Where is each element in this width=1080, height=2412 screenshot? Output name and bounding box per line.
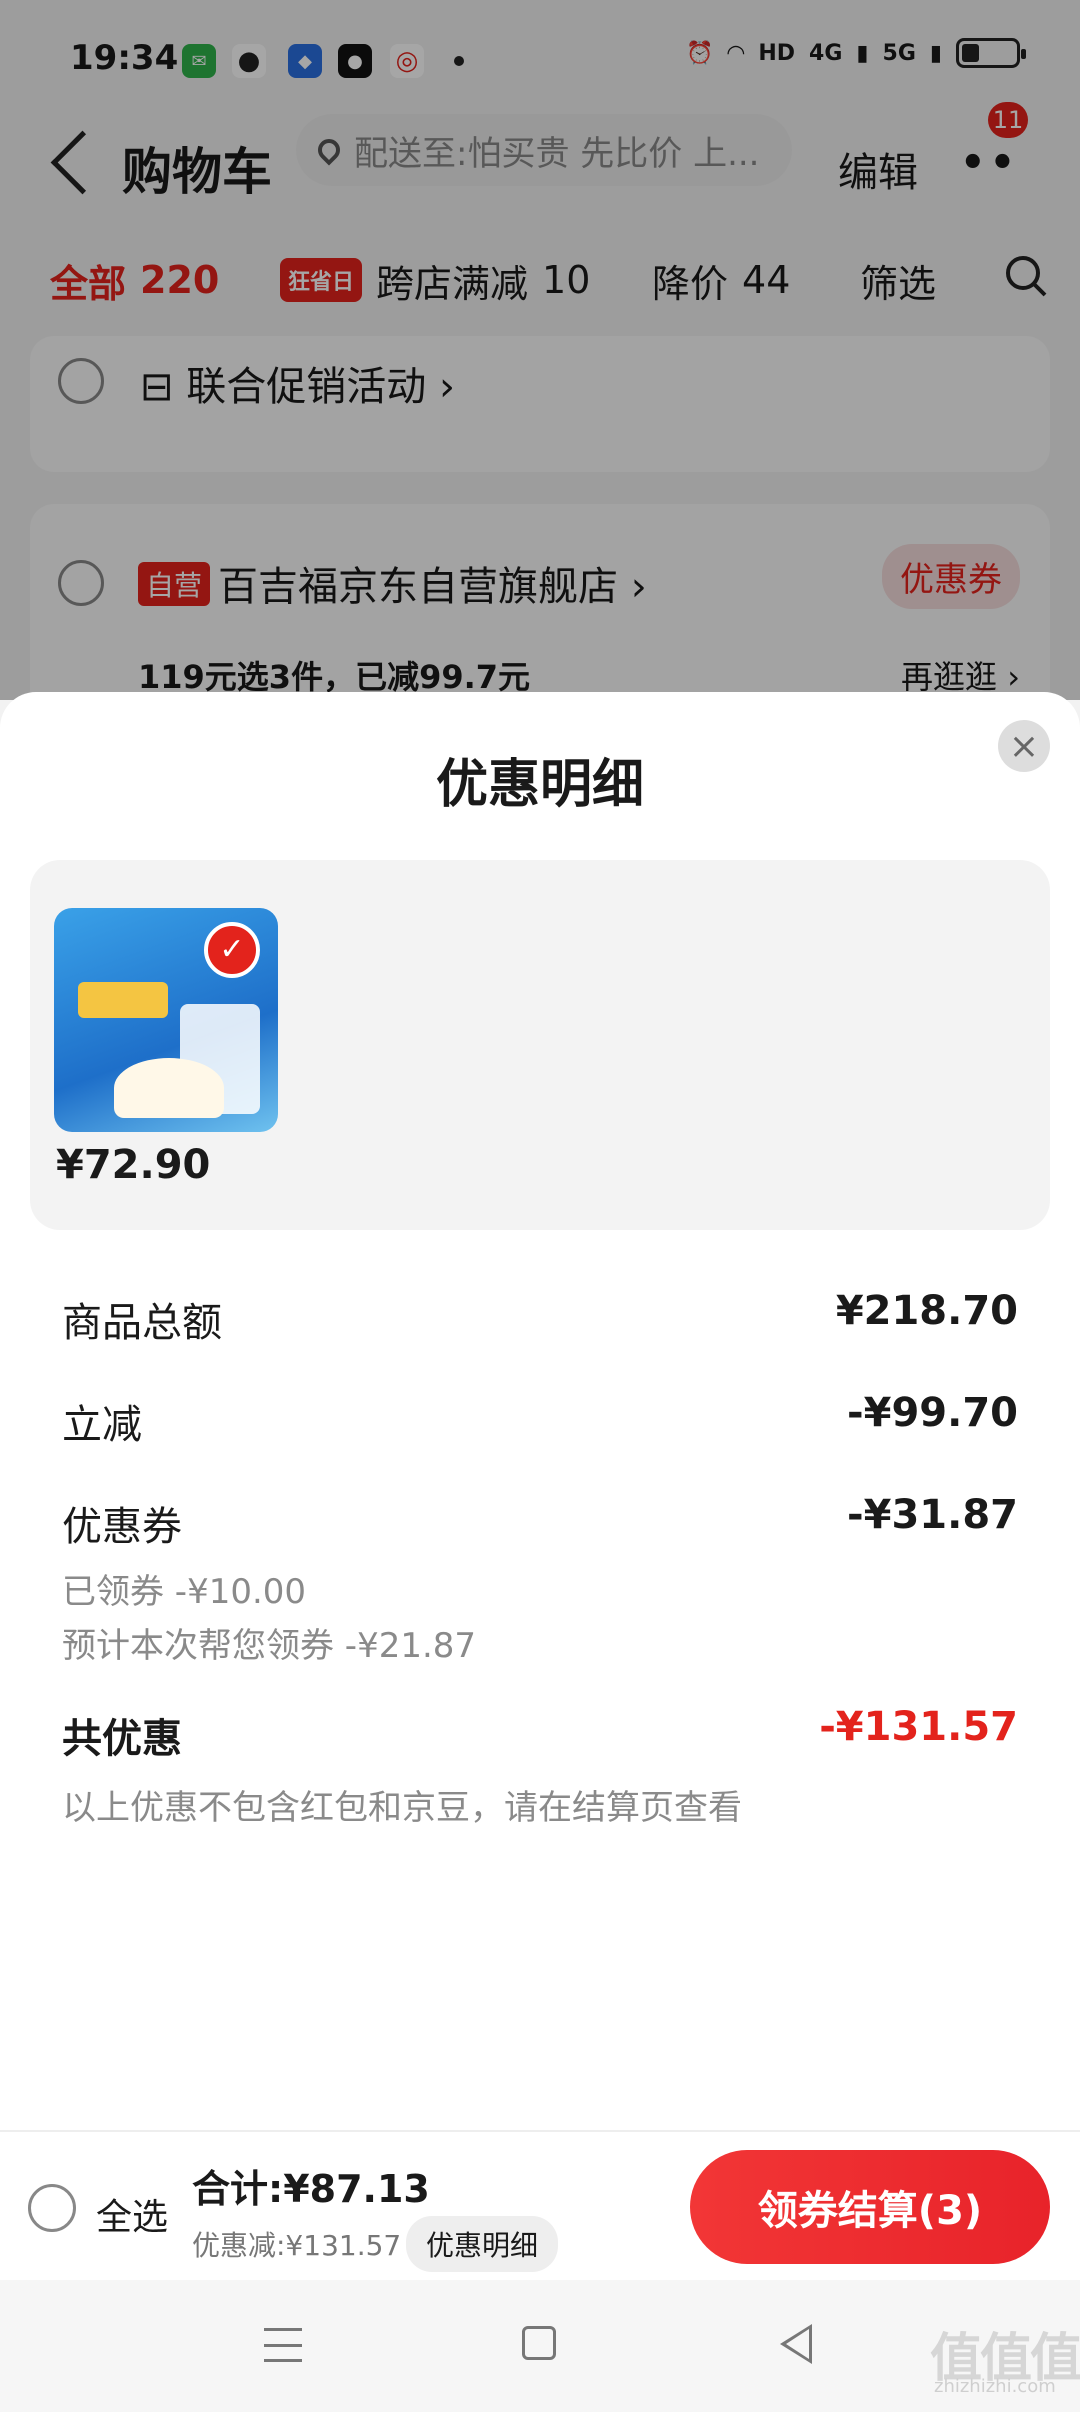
total-discount-label: 共优惠 (62, 1716, 182, 1762)
order-total: 合计:¥87.13 (192, 2167, 430, 2211)
checkout-button[interactable]: 领券结算(3) (690, 2150, 1050, 2264)
discount-detail-button[interactable]: 优惠明细 (406, 2216, 559, 2272)
select-all-checkbox[interactable] (28, 2184, 76, 2232)
product-image[interactable]: ✓ (54, 908, 278, 1132)
checkout-bar: 全选 合计:¥87.13 优惠减:¥131.57 优惠明细 领券结算(3) (0, 2130, 1080, 2282)
subtotal-label: 商品总额 (62, 1300, 222, 1346)
check-icon: ✓ (204, 922, 260, 978)
instant-discount-label: 立减 (62, 1402, 142, 1448)
watermark-url: zhizhizhi.com (934, 2376, 1056, 2397)
menu-icon[interactable] (264, 2328, 302, 2362)
close-icon[interactable]: × (998, 720, 1050, 772)
discount-note: 以上优惠不包含红包和京豆，请在结算页查看 (62, 1788, 742, 1828)
subtotal-value: ¥218.70 (835, 1288, 1018, 1334)
order-discount: 优惠减:¥131.57 (192, 2229, 402, 2262)
home-icon[interactable] (522, 2326, 556, 2360)
product-price: ¥72.90 (56, 1142, 211, 1188)
total-discount-value: -¥131.57 (819, 1704, 1018, 1750)
coupon-label: 优惠券 (62, 1504, 182, 1550)
select-all-label[interactable]: 全选 (96, 2188, 168, 2240)
claimed-coupon: 已领券 -¥10.00 (62, 1572, 307, 1612)
modal-backdrop[interactable] (0, 0, 1080, 700)
estimated-coupon: 预计本次帮您领券 -¥21.87 (62, 1626, 477, 1666)
instant-discount-value: -¥99.70 (847, 1390, 1018, 1436)
system-nav-bar (0, 2280, 1080, 2412)
product-summary: ✓ ¥72.90 (30, 860, 1050, 1230)
sheet-title: 优惠明细 (435, 755, 644, 815)
coupon-value: -¥31.87 (847, 1492, 1018, 1538)
back-nav-icon[interactable] (780, 2324, 812, 2364)
